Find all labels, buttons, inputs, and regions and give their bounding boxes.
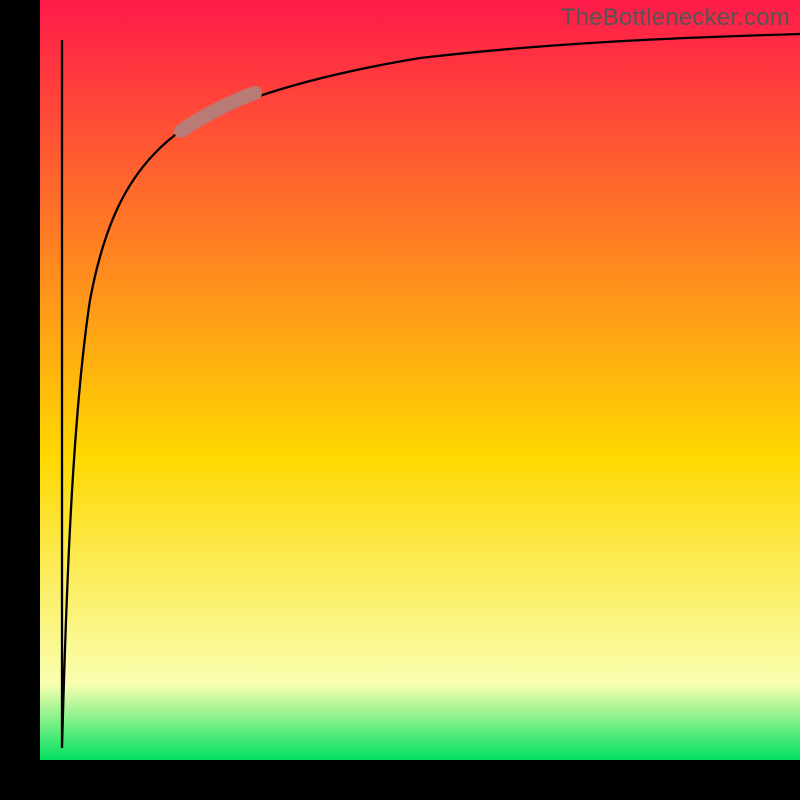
chart-container: TheBottlenecker.com [0,0,800,800]
axis-left-block [0,0,40,800]
axis-bottom-block [0,760,800,800]
plot-background [40,0,800,760]
watermark-text: TheBottlenecker.com [561,4,790,32]
chart-svg [0,0,800,800]
